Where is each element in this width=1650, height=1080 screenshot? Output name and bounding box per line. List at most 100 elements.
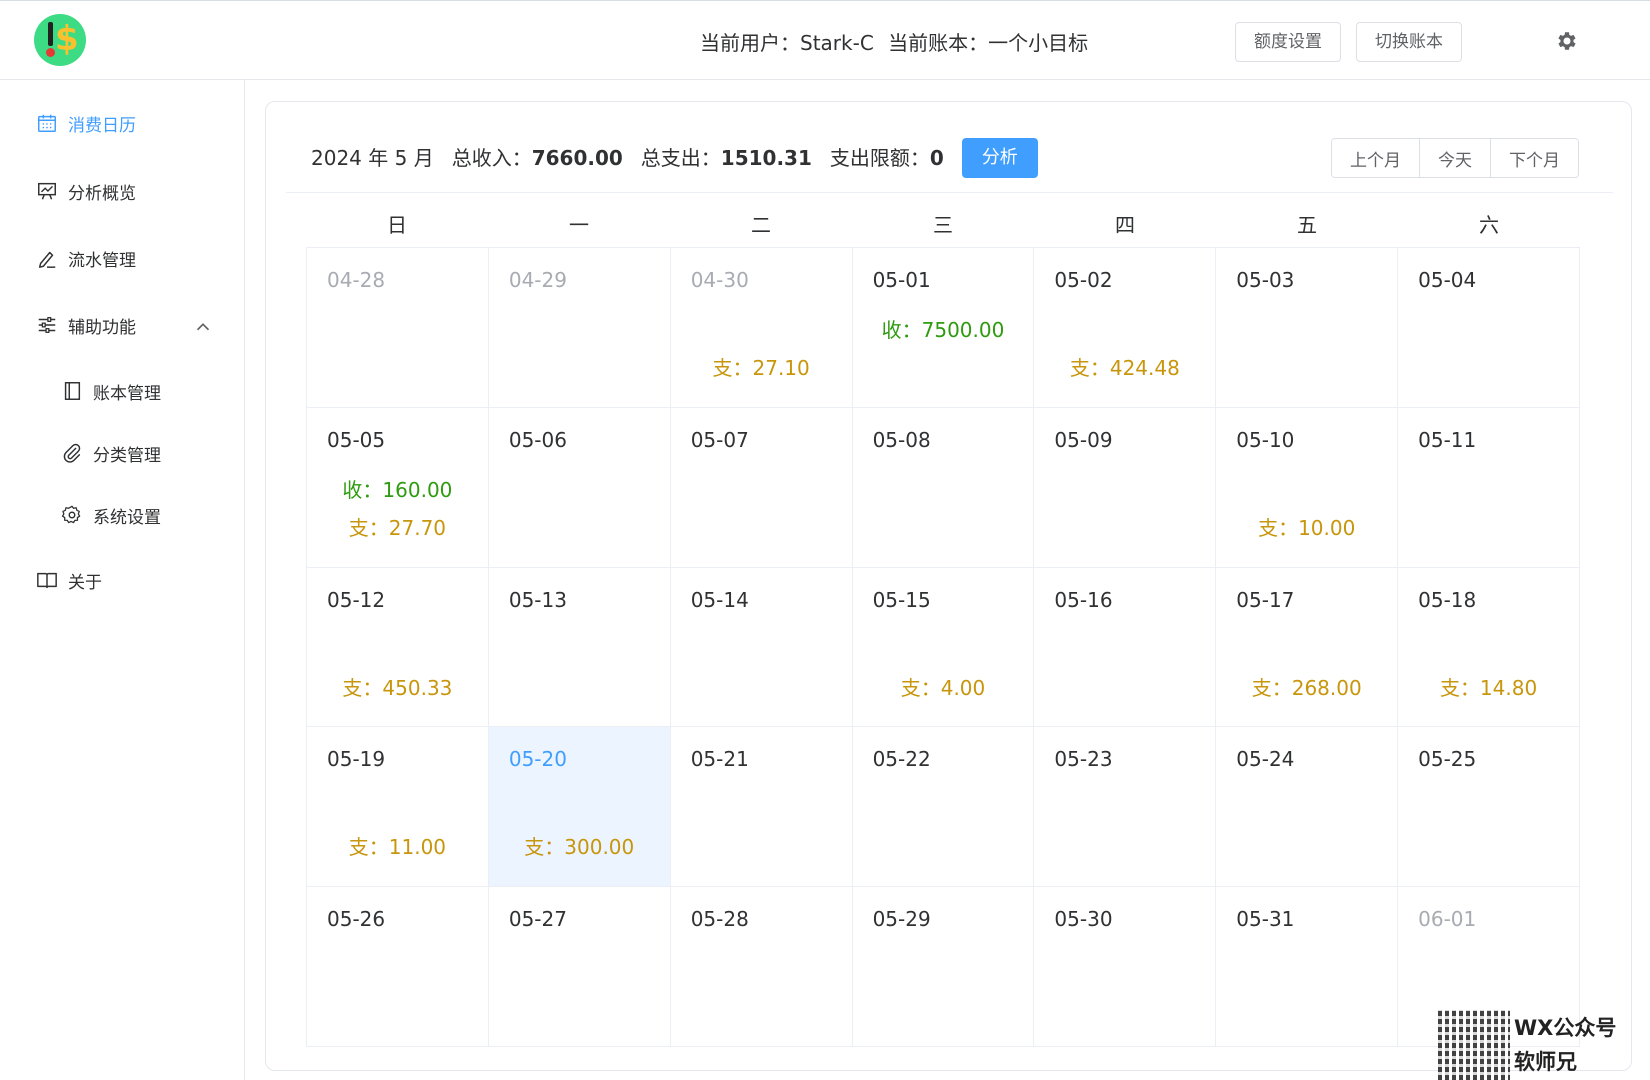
calendar-day-cell[interactable]: 05-08 [852, 407, 1035, 568]
day-date: 05-19 [327, 747, 386, 772]
day-expense: 支：268.00 [1251, 675, 1362, 700]
day-date: 04-28 [327, 268, 386, 292]
calendar-day-cell[interactable]: 05-22 [852, 727, 1035, 888]
day-expense: 支：27.70 [348, 515, 447, 540]
sidebar-item-calendar[interactable]: 消费日历 [0, 98, 244, 148]
paperclip-icon [63, 443, 81, 463]
calendar-day-cell[interactable]: 05-31 [1216, 887, 1399, 1047]
day-income: 收：7500.00 [881, 318, 1005, 342]
calendar-day-cell[interactable]: 05-21 [670, 727, 853, 888]
month-nav: 上个月 今天 下个月 [1331, 138, 1579, 178]
presentation-icon [38, 182, 56, 200]
day-date: 05-17 [1236, 587, 1295, 612]
calendar-day-cell[interactable]: 04-30 支：27.10 [670, 248, 853, 408]
book-name: 一个小目标 [988, 31, 1089, 55]
day-date: 05-30 [1054, 907, 1113, 932]
calendar-day-cell[interactable]: 05-06 [488, 407, 671, 568]
switch-book-button[interactable]: 切换账本 [1356, 22, 1462, 62]
gear-icon [61, 505, 81, 524]
sidebar-item-books[interactable]: 账本管理 [0, 366, 244, 416]
calendar-day-cell[interactable]: 05-29 [852, 887, 1035, 1047]
day-date: 05-14 [690, 587, 749, 612]
calendar-day-cell[interactable]: 05-09 [1034, 407, 1217, 568]
calendar-day-cell[interactable]: 05-18 支：14.80 [1398, 567, 1580, 728]
calendar-day-cell[interactable]: 05-30 [1034, 887, 1217, 1047]
day-income: 收：160.00 [342, 477, 453, 502]
day-date: 05-07 [690, 427, 749, 452]
period-label: 2024 年 5 月 [311, 146, 434, 170]
day-date: 05-28 [690, 907, 749, 932]
header-divider [286, 192, 1613, 193]
calendar-day-cell[interactable]: 05-12 支：450.33 [307, 567, 489, 728]
today-button[interactable]: 今天 [1420, 139, 1491, 177]
quota-settings-button[interactable]: 额度设置 [1235, 22, 1341, 62]
calendar-day-cell[interactable]: 05-11 [1398, 407, 1580, 568]
weekday-label: 三 [933, 213, 953, 237]
calendar-day-cell[interactable]: 05-05 收：160.00 支：27.70 [307, 407, 489, 568]
calendar-day-cell[interactable]: 05-19 支：11.00 [307, 727, 489, 888]
sidebar-item-label: 辅助功能 [68, 317, 136, 338]
calendar-day-cell[interactable]: 05-27 [488, 887, 671, 1047]
calendar-day-cell[interactable]: 05-28 [670, 887, 853, 1047]
day-date: 05-04 [1418, 268, 1477, 292]
day-date: 06-01 [1418, 907, 1477, 932]
calendar-day-cell[interactable]: 04-29 [488, 248, 671, 408]
calendar-day-cell[interactable]: 05-26 [307, 887, 489, 1047]
calendar-day-cell[interactable]: 05-10 支：10.00 [1216, 407, 1399, 568]
next-month-button[interactable]: 下个月 [1491, 139, 1578, 177]
month-summary: 2024 年 5 月 总收入：7660.00 总支出：1510.31 支出限额：… [311, 138, 1038, 178]
day-date: 05-12 [327, 587, 386, 612]
notebook-icon [64, 382, 81, 400]
sidebar-item-label: 分析概览 [68, 183, 136, 204]
settings-gear-icon[interactable] [1555, 29, 1579, 53]
calendar-day-cell[interactable]: 05-03 [1216, 248, 1399, 408]
day-expense: 支：450.33 [342, 675, 453, 700]
weekday-label: 日 [387, 213, 407, 237]
sidebar-item-analysis[interactable]: 分析概览 [0, 166, 244, 216]
day-date: 05-23 [1054, 747, 1113, 772]
calendar-day-cell[interactable]: 05-20 支：300.00 [488, 727, 671, 888]
day-date: 05-20 [508, 747, 567, 772]
calendar-day-cell[interactable]: 05-13 [488, 567, 671, 728]
sidebar-item-about[interactable]: 关于 [0, 555, 244, 605]
calendar-day-cell[interactable]: 05-04 [1398, 248, 1580, 408]
weekday-label: 二 [751, 213, 771, 237]
sidebar-item-categories[interactable]: 分类管理 [0, 428, 244, 478]
day-date: 05-02 [1054, 268, 1113, 292]
day-expense: 支：4.00 [900, 675, 986, 700]
day-expense: 支：14.80 [1439, 675, 1538, 700]
calendar-day-cell[interactable]: 05-15 支：4.00 [852, 567, 1035, 728]
day-expense: 支：11.00 [348, 835, 447, 860]
calendar-day-cell[interactable]: 05-02 支：424.48 [1034, 248, 1217, 408]
day-date: 05-05 [327, 427, 386, 452]
sidebar-item-label: 系统设置 [93, 507, 161, 528]
calendar-day-cell[interactable]: 05-16 [1034, 567, 1217, 728]
calendar-day-cell[interactable]: 05-14 [670, 567, 853, 728]
app-logo: $ [34, 14, 86, 66]
day-date: 05-11 [1418, 427, 1477, 452]
weekday-label: 一 [569, 213, 589, 237]
calendar-day-cell[interactable]: 04-28 [307, 248, 489, 408]
chevron-up-icon[interactable] [192, 316, 214, 338]
day-date: 05-18 [1418, 587, 1477, 612]
sidebar-item-transactions[interactable]: 流水管理 [0, 233, 244, 283]
calendar-day-cell[interactable]: 05-01 收：7500.00 [852, 248, 1035, 408]
watermark: WX公众号 软师兄 [1438, 1010, 1650, 1080]
prev-month-button[interactable]: 上个月 [1332, 139, 1420, 177]
calendar-day-cell[interactable]: 05-07 [670, 407, 853, 568]
sidebar-item-system-settings[interactable]: 系统设置 [0, 490, 244, 540]
analyze-button[interactable]: 分析 [961, 138, 1038, 178]
user-label: 当前用户： [700, 31, 800, 55]
day-date: 05-27 [508, 907, 567, 932]
calendar-day-cell[interactable]: 05-17 支：268.00 [1216, 567, 1399, 728]
watermark-line2: 软师兄 [1514, 1050, 1577, 1074]
day-date: 05-10 [1236, 427, 1295, 452]
calendar-grid: 04-28 04-29 04-30 支：27.10 05-01 收：7500.00 05-0… [306, 247, 1580, 1047]
sidebar-item-tools[interactable]: 辅助功能 [0, 300, 244, 350]
day-date: 04-29 [508, 268, 567, 292]
book-label: 当前账本： [888, 31, 989, 55]
calendar-day-cell[interactable]: 05-25 [1398, 727, 1580, 888]
calendar-day-cell[interactable]: 05-24 [1216, 727, 1399, 888]
day-date: 04-30 [690, 268, 749, 292]
calendar-day-cell[interactable]: 05-23 [1034, 727, 1217, 888]
